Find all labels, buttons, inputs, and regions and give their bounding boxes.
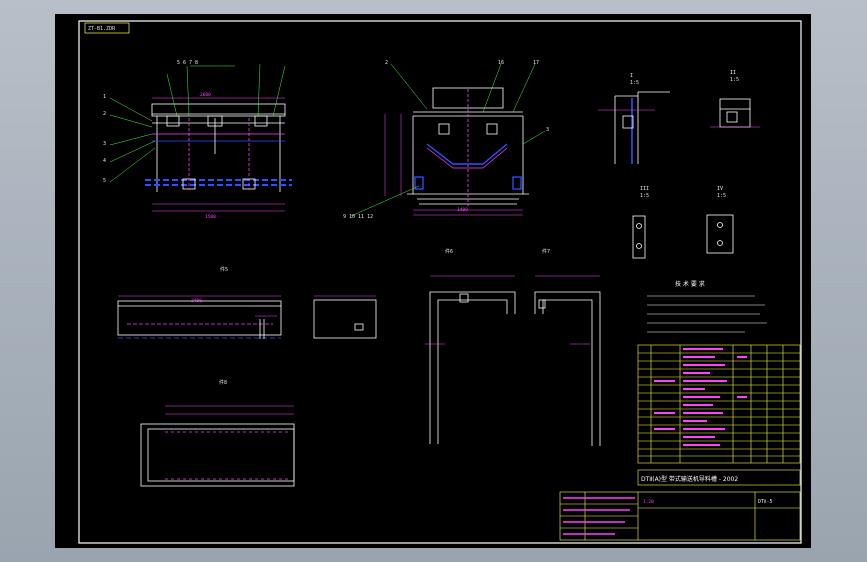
section-view-balloon-e: 9 10 11 12 bbox=[343, 214, 373, 220]
detail-ii-label: II bbox=[730, 70, 736, 76]
drawing-tag-text: ZT-B1.ZDR bbox=[88, 26, 116, 32]
part-a-label: 件5 bbox=[220, 266, 228, 273]
front-view-balloon-5: 5 bbox=[103, 178, 106, 184]
part-frame-left bbox=[425, 275, 516, 444]
front-view-balloon-4: 4 bbox=[103, 158, 106, 164]
section-view-balloon-b: 16 bbox=[498, 60, 504, 66]
section-view-balloon-d: 3 bbox=[546, 127, 549, 133]
cad-viewport[interactable]: ZT-B1.ZDR 5 6 7 8 2600 1500 1 2 3 4 5 2 … bbox=[0, 0, 867, 562]
detail-ii bbox=[710, 98, 760, 128]
section-view-balloon-a: 2 bbox=[385, 60, 388, 66]
part-frame-right bbox=[534, 275, 601, 446]
title-block-scale: 1:20 bbox=[643, 499, 654, 505]
drawing-sheet[interactable]: ZT-B1.ZDR 5 6 7 8 2600 1500 1 2 3 4 5 2 … bbox=[55, 14, 811, 548]
cad-drawing-canvas: ZT-B1.ZDR 5 6 7 8 2600 1500 1 2 3 4 5 2 … bbox=[78, 20, 802, 544]
title-block: DTⅡ(A)型 带式输送机导料槽 - 2002 DTⅡ-5 1:20 bbox=[559, 469, 801, 541]
detail-iii-scale: 1:5 bbox=[640, 193, 649, 199]
detail-i-scale: 1:5 bbox=[630, 80, 639, 86]
front-view-balloon-1: 1 bbox=[103, 94, 106, 100]
detail-iii bbox=[632, 215, 646, 259]
detail-i bbox=[598, 91, 670, 164]
front-view-balloon-3: 3 bbox=[103, 141, 106, 147]
part-d-label: 件8 bbox=[219, 379, 227, 386]
notes-heading: 技 术 要 求 bbox=[675, 280, 705, 288]
title-block-title: DTⅡ(A)型 带式输送机导料槽 - 2002 bbox=[641, 475, 738, 483]
detail-i-label: I bbox=[630, 73, 633, 79]
part-plate-wide bbox=[140, 405, 295, 487]
front-view-dim-bottom: 1500 bbox=[205, 214, 216, 220]
part-c-label: 件7 bbox=[542, 248, 550, 255]
detail-ii-scale: 1:5 bbox=[730, 77, 739, 83]
front-view-balloon-row: 5 6 7 8 bbox=[177, 60, 198, 66]
section-view bbox=[350, 63, 546, 217]
title-block-drawing-number: DTⅡ-5 bbox=[758, 499, 773, 505]
section-view-dim-width: 1400 bbox=[457, 207, 468, 213]
detail-iv bbox=[706, 214, 734, 254]
detail-iii-label: III bbox=[640, 186, 649, 192]
technical-notes: 技 术 要 求 bbox=[647, 280, 767, 333]
part-a-dim: 2400 bbox=[191, 298, 202, 304]
front-view-balloon-2: 2 bbox=[103, 111, 106, 117]
front-view bbox=[109, 63, 292, 212]
detail-iv-label: IV bbox=[717, 186, 723, 192]
part-plate-small bbox=[313, 295, 377, 339]
front-view-dim-top: 2600 bbox=[200, 92, 211, 98]
detail-iv-scale: 1:5 bbox=[717, 193, 726, 199]
section-view-balloon-c: 17 bbox=[533, 60, 539, 66]
drawing-tag: ZT-B1.ZDR bbox=[84, 22, 130, 34]
part-b-label: 件6 bbox=[445, 248, 453, 255]
